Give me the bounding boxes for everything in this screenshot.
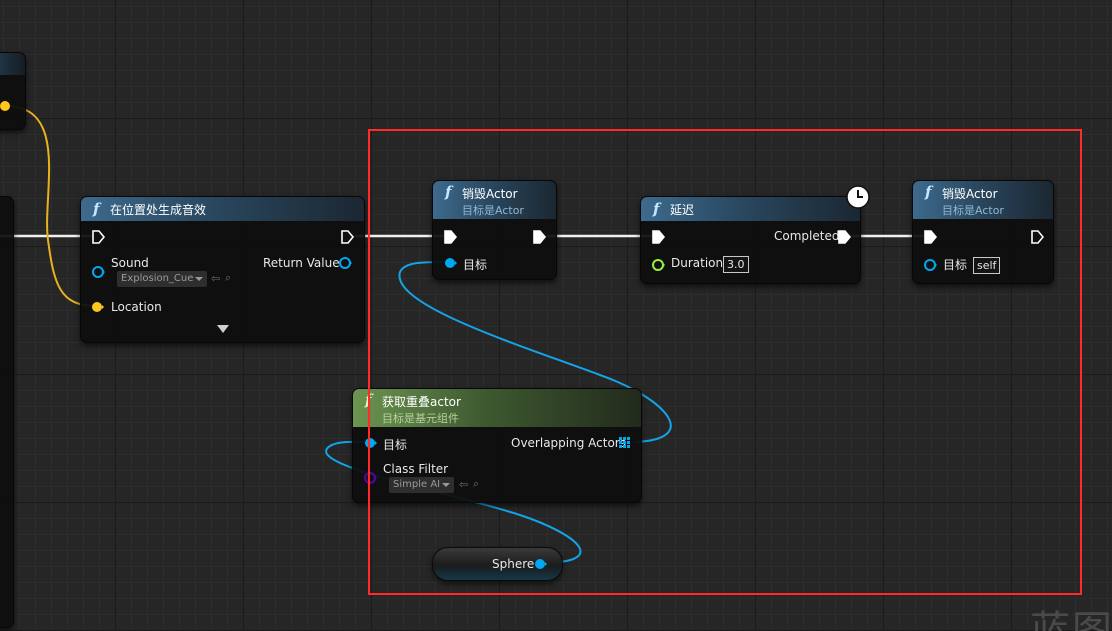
browse-search-icon[interactable]: ⌕	[225, 271, 231, 285]
expand-arrow-icon[interactable]	[217, 325, 229, 335]
sound-asset-dropdown[interactable]: Explosion_Cue	[117, 271, 208, 287]
watermark-text: 蓝图	[1030, 608, 1112, 631]
node-title: 在位置处生成音效	[110, 203, 207, 217]
blueprint-graph-canvas[interactable]: f 在位置处生成音效 Sound Explosion_Cue ⇦ ⌕ Retur…	[0, 0, 1112, 631]
return-value-label: Return Value	[263, 256, 340, 270]
exec-out-pin-icon[interactable]	[340, 230, 354, 244]
location-pin-icon[interactable]	[91, 301, 105, 315]
node-header	[0, 53, 25, 75]
node-spawn-sound-at-location[interactable]: f 在位置处生成音效 Sound Explosion_Cue ⇦ ⌕ Retur…	[80, 196, 365, 343]
return-value-pin-icon[interactable]	[338, 256, 354, 270]
vector-pin-icon[interactable]	[0, 100, 11, 112]
use-selected-arrow-icon[interactable]: ⇦	[211, 272, 220, 285]
object-pin-icon[interactable]	[91, 265, 105, 279]
selection-highlight-box	[368, 129, 1082, 595]
sound-pin-label: Sound	[111, 256, 149, 270]
function-icon: f	[93, 200, 100, 218]
offscreen-node-top[interactable]	[0, 52, 26, 130]
offscreen-node-left[interactable]	[0, 196, 14, 628]
exec-in-pin-icon[interactable]	[91, 230, 105, 244]
location-pin-label: Location	[111, 300, 162, 314]
